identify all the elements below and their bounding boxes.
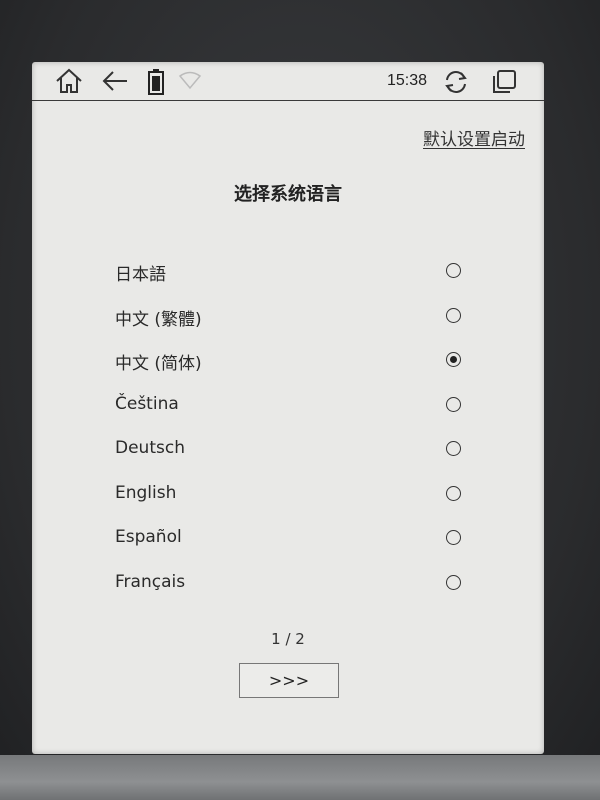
battery-icon [146, 68, 166, 96]
language-label: English [115, 482, 177, 503]
radio-button[interactable] [446, 485, 461, 501]
language-option[interactable]: Deutsch [32, 430, 544, 470]
radio-button[interactable] [446, 396, 461, 412]
multitask-icon[interactable] [490, 68, 518, 96]
radio-button[interactable] [446, 530, 461, 545]
language-option[interactable]: English [32, 475, 544, 515]
language-label: Deutsch [115, 438, 185, 458]
language-option[interactable]: 中文 (繁體) [32, 297, 544, 337]
language-option[interactable]: 日本語 [32, 252, 544, 292]
language-option[interactable]: 中文 (简体) [32, 341, 544, 381]
language-option[interactable]: Español [32, 519, 544, 559]
language-label: 中文 (繁體) [115, 309, 202, 330]
radio-button[interactable] [446, 441, 461, 456]
language-option[interactable]: Français [32, 564, 544, 604]
radio-button-selected[interactable] [446, 352, 461, 367]
language-label: Français [115, 571, 186, 592]
language-label: 日本語 [115, 265, 166, 285]
back-icon[interactable] [100, 68, 130, 94]
radio-button[interactable] [446, 307, 461, 323]
page-title: 选择系统语言 [234, 184, 342, 205]
home-icon[interactable] [54, 68, 84, 94]
device-bottom-edge [0, 755, 600, 800]
language-option[interactable]: Čeština [32, 386, 544, 426]
default-settings-link[interactable]: 默认设置启动 [423, 125, 525, 150]
language-label: 中文 (简体) [115, 354, 202, 374]
next-page-button[interactable]: >>> [239, 663, 339, 698]
e-reader-screen: 15:38 默认设置启动 选择系统语言 日本語 中文 (繁體) 中文 (简体) … [32, 62, 544, 754]
refresh-icon[interactable] [442, 68, 470, 96]
status-bar: 15:38 [32, 62, 544, 101]
radio-button[interactable] [446, 263, 461, 278]
radio-button[interactable] [446, 574, 461, 590]
language-label: Čeština [115, 393, 179, 414]
clock: 15:38 [387, 72, 428, 89]
page-indicator: 1 / 2 [271, 630, 305, 648]
language-label: Español [115, 527, 182, 547]
wifi-icon [178, 71, 202, 91]
